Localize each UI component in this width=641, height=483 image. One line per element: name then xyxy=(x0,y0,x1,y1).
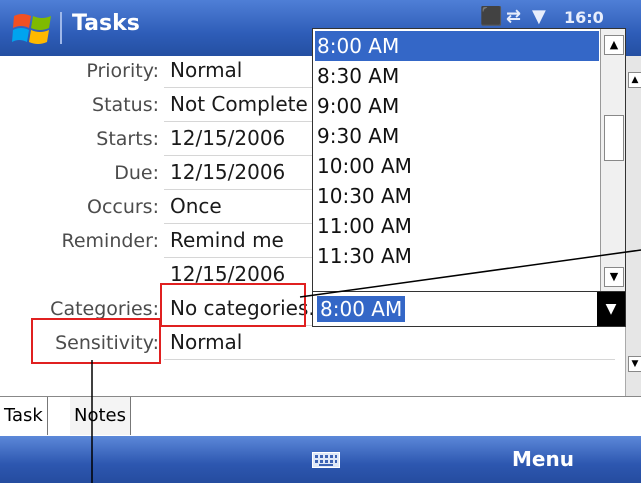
form-scrollbar[interactable]: ▲ ▼ xyxy=(625,56,641,396)
annotation-box-categories xyxy=(31,318,161,364)
time-option-selected[interactable]: 8:00 AM xyxy=(315,31,599,61)
scroll-up-icon[interactable]: ▲ xyxy=(604,35,624,55)
divider xyxy=(164,359,615,360)
tab-task[interactable]: Task xyxy=(0,397,48,435)
annotation-box-date xyxy=(160,283,306,327)
dropdown-scrollbar[interactable]: ▲ ▼ xyxy=(600,29,625,292)
menu-button[interactable]: Menu xyxy=(512,447,574,471)
reminder-time-combo[interactable]: 8:00 AM ▼ xyxy=(312,291,626,327)
scroll-down-icon[interactable]: ▼ xyxy=(604,267,624,287)
tab-notes[interactable]: Notes xyxy=(70,397,131,435)
tab-strip: Task Notes xyxy=(0,396,641,437)
title-separator xyxy=(60,12,62,44)
menu-bar: Menu xyxy=(0,436,641,483)
time-option[interactable]: 9:00 AM xyxy=(315,91,599,121)
starts-label: Starts: xyxy=(96,128,159,150)
occurs-value[interactable]: Once xyxy=(170,194,222,218)
starts-value[interactable]: 12/15/2006 xyxy=(170,126,285,150)
status-label: Status: xyxy=(92,94,159,116)
priority-label: Priority: xyxy=(86,60,159,82)
time-options: 8:00 AM 8:30 AM 9:00 AM 9:30 AM 10:00 AM… xyxy=(313,29,599,292)
windows-start-icon[interactable] xyxy=(12,10,54,48)
time-option[interactable]: 8:30 AM xyxy=(315,61,599,91)
time-option[interactable]: 11:00 AM xyxy=(315,211,599,241)
scroll-up-icon[interactable]: ▲ xyxy=(628,72,641,88)
sensitivity-value[interactable]: Normal xyxy=(170,330,242,354)
occurs-label: Occurs: xyxy=(86,196,159,218)
scroll-down-icon[interactable]: ▼ xyxy=(628,356,641,372)
dropdown-arrow-icon[interactable]: ▼ xyxy=(597,292,625,326)
connectivity-icon[interactable]: ⬛ xyxy=(480,6,502,27)
categories-label: Categories: xyxy=(50,298,159,320)
time-option[interactable]: 9:30 AM xyxy=(315,121,599,151)
sync-icon[interactable]: ⇄ xyxy=(506,6,521,27)
reminder-label: Reminder: xyxy=(61,230,160,252)
time-option[interactable]: 10:30 AM xyxy=(315,181,599,211)
scroll-thumb[interactable] xyxy=(604,115,624,161)
due-value[interactable]: 12/15/2006 xyxy=(170,160,285,184)
due-label: Due: xyxy=(114,162,159,184)
keyboard-icon[interactable] xyxy=(312,452,340,468)
time-option[interactable]: 11:30 AM xyxy=(315,241,599,271)
antenna-icon[interactable]: ▼ xyxy=(532,6,546,27)
app-title: Tasks xyxy=(72,11,140,36)
status-value[interactable]: Not Complete xyxy=(170,92,308,116)
time-dropdown-list[interactable]: 8:00 AM 8:30 AM 9:00 AM 9:30 AM 10:00 AM… xyxy=(312,28,626,293)
priority-value[interactable]: Normal xyxy=(170,58,242,82)
reminder-value[interactable]: Remind me xyxy=(170,228,284,252)
time-option[interactable]: 10:00 AM xyxy=(315,151,599,181)
reminder-time-value[interactable]: 8:00 AM xyxy=(317,296,406,322)
